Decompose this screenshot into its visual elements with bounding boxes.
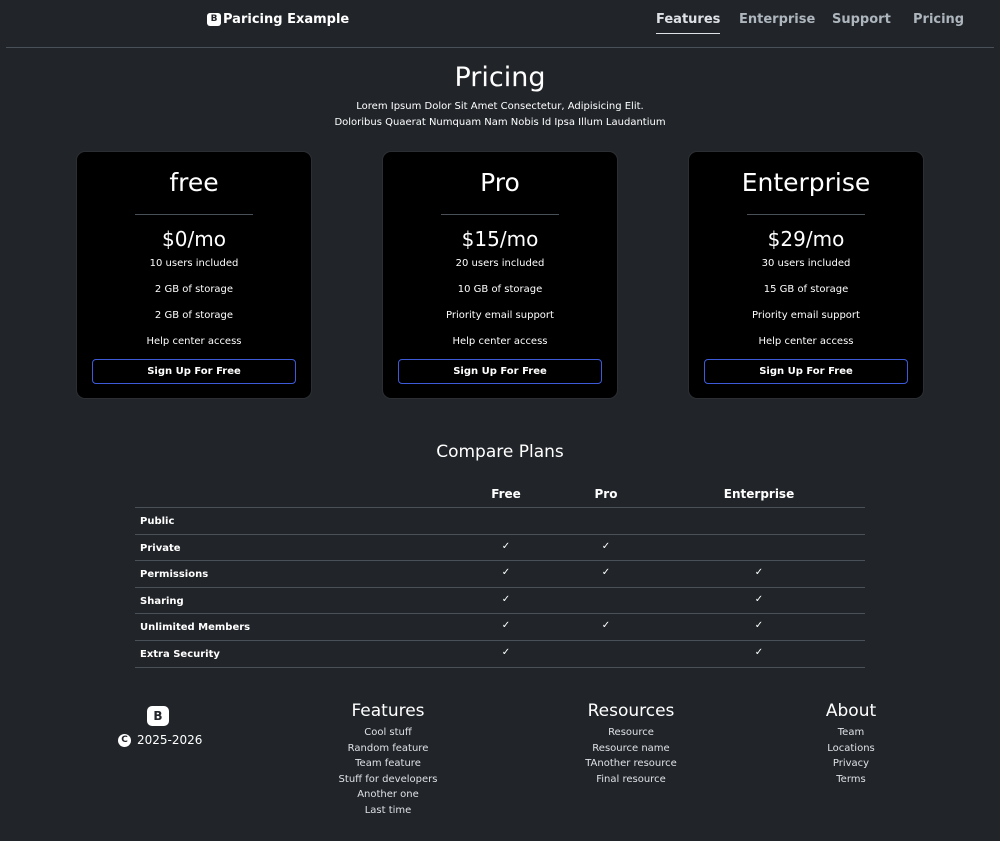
footer-link[interactable]: Resource name <box>585 741 677 757</box>
nav-link-support-wrap: Support <box>832 12 891 33</box>
footer-link[interactable]: Last time <box>339 803 438 819</box>
plan-feature: Priority email support <box>446 310 554 321</box>
plan-name: Enterprise <box>741 168 871 197</box>
column-header-free: Free <box>491 487 521 501</box>
check-icon: ✓ <box>754 593 764 605</box>
page-subtitle-line-2: Doloribus Quaerat Numquam Nam Nobis Id I… <box>334 117 666 128</box>
check-icon: ✓ <box>501 540 511 552</box>
table-row: Unlimited Members ✓ ✓ ✓ <box>135 614 865 641</box>
compare-table-header: Free Pro Enterprise <box>135 484 865 508</box>
table-row: Public <box>135 508 865 535</box>
nav-link-pricing[interactable]: Pricing <box>913 12 964 33</box>
divider <box>747 214 865 215</box>
pricing-card-free: free $0/mo 10 users included 2 GB of sto… <box>76 151 312 399</box>
pricing-card-pro: Pro $15/mo 20 users included 10 GB of st… <box>382 151 618 399</box>
plan-feature: Help center access <box>452 336 548 347</box>
footer-link[interactable]: Random feature <box>339 741 438 757</box>
feature-label: Public <box>140 516 175 527</box>
feature-label: Unlimited Members <box>140 622 251 634</box>
brand-link[interactable]: B Paricing Example <box>207 12 349 27</box>
plan-feature: 15 GB of storage <box>763 284 849 295</box>
plan-price: $15/mo <box>461 227 539 251</box>
copyright-icon: C <box>118 733 131 747</box>
plan-feature: 20 users included <box>455 258 545 269</box>
compare-plans-title: Compare Plans <box>436 442 564 462</box>
feature-label: Permissions <box>140 569 209 581</box>
sign-up-enterprise-button[interactable]: Sign Up For Free <box>704 359 908 384</box>
check-icon: ✓ <box>501 620 511 632</box>
plan-price: $29/mo <box>767 227 845 251</box>
nav-link-features[interactable]: Features <box>656 12 721 34</box>
footer-link[interactable]: TAnother resource <box>585 756 677 772</box>
check-icon: ✓ <box>601 620 611 632</box>
plan-feature: 10 GB of storage <box>457 284 543 295</box>
page-subtitle-line-1: Lorem Ipsum Dolor Sit Amet Consectetur, … <box>356 101 644 112</box>
nav-link-features-wrap: Features <box>656 12 721 34</box>
footer-link[interactable]: Terms <box>826 772 876 788</box>
plan-feature: Help center access <box>758 336 854 347</box>
footer-link[interactable]: Cool stuff <box>339 725 438 741</box>
feature-label: Extra Security <box>140 648 220 660</box>
plan-feature: 2 GB of storage <box>154 284 234 295</box>
footer-column-features: Features Cool stuff Random feature Team … <box>339 701 438 819</box>
check-icon: ✓ <box>754 567 764 579</box>
compare-table-body: Public Private ✓ ✓ Permissions ✓ ✓ ✓ Sharing ✓ ✓ Un… <box>135 508 865 668</box>
divider <box>135 214 253 215</box>
footer-link[interactable]: Resource <box>585 725 677 741</box>
compare-table: Free Pro Enterprise Public Private ✓ ✓ Permi… <box>135 484 865 668</box>
page-title: Pricing <box>454 62 546 93</box>
divider <box>441 214 559 215</box>
footer-column-title: Resources <box>587 701 675 721</box>
plan-feature: Help center access <box>146 336 242 347</box>
column-header-pro: Pro <box>594 487 618 501</box>
footer-link[interactable]: Team <box>826 725 876 741</box>
nav-link-support[interactable]: Support <box>832 12 891 33</box>
check-icon: ✓ <box>601 540 611 552</box>
footer-column-resources: Resources Resource Resource name TAnothe… <box>585 701 677 787</box>
nav-link-enterprise[interactable]: Enterprise <box>739 12 815 33</box>
copyright-years: 2025-2026 <box>137 733 203 747</box>
plan-name: free <box>169 168 219 197</box>
check-icon: ✓ <box>501 567 511 579</box>
check-icon: ✓ <box>601 567 611 579</box>
footer-column-about: About Team Locations Privacy Terms <box>826 701 876 787</box>
footer-link[interactable]: Another one <box>339 787 438 803</box>
bootstrap-logo-icon: B <box>207 13 221 26</box>
footer-link[interactable]: Locations <box>826 741 876 757</box>
feature-label: Private <box>140 542 181 554</box>
plan-feature: 30 users included <box>761 258 851 269</box>
footer-link[interactable]: Stuff for developers <box>339 772 438 788</box>
column-header-enterprise: Enterprise <box>723 487 795 501</box>
footer-link[interactable]: Privacy <box>826 756 876 772</box>
footer-link[interactable]: Team feature <box>339 756 438 772</box>
check-icon: ✓ <box>501 646 511 658</box>
check-icon: ✓ <box>501 593 511 605</box>
footer-logo-icon: B <box>147 706 169 726</box>
sign-up-free-button[interactable]: Sign Up For Free <box>92 359 296 384</box>
footer-link[interactable]: Final resource <box>585 772 677 788</box>
table-row: Extra Security ✓ ✓ <box>135 641 865 668</box>
nav-link-pricing-wrap: Pricing <box>913 12 964 33</box>
check-icon: ✓ <box>754 646 764 658</box>
footer-column-title: Features <box>351 701 425 721</box>
pricing-card-enterprise: Enterprise $29/mo 30 users included 15 G… <box>688 151 924 399</box>
check-icon: ✓ <box>754 620 764 632</box>
footer-copyright: C 2025-2026 <box>118 733 202 747</box>
table-row: Private ✓ ✓ <box>135 535 865 562</box>
sign-up-pro-button[interactable]: Sign Up For Free <box>398 359 602 384</box>
brand-name: Paricing Example <box>223 12 350 27</box>
plan-feature: 2 GB of storage <box>154 310 234 321</box>
footer-column-title: About <box>825 701 877 721</box>
plan-feature: 10 users included <box>149 258 239 269</box>
plan-feature: Priority email support <box>752 310 860 321</box>
nav-link-enterprise-wrap: Enterprise <box>739 12 815 33</box>
table-row: Sharing ✓ ✓ <box>135 588 865 615</box>
feature-label: Sharing <box>140 595 184 607</box>
plan-name: Pro <box>480 168 520 197</box>
table-row: Permissions ✓ ✓ ✓ <box>135 561 865 588</box>
plan-price: $0/mo <box>162 227 226 251</box>
